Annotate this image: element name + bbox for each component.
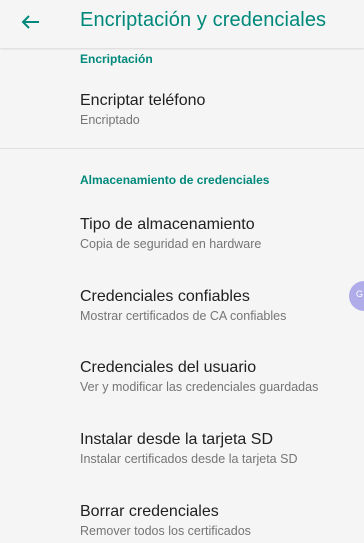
category-header-encryption: Encriptación: [80, 52, 153, 66]
pref-encrypt-phone[interactable]: Encriptar teléfono Encriptado: [0, 92, 364, 136]
pref-title: Instalar desde la tarjeta SD: [80, 431, 273, 448]
pref-title: Borrar credenciales: [80, 503, 219, 520]
page-title: Encriptación y credenciales: [80, 9, 327, 31]
pref-title: Tipo de almacenamiento: [80, 216, 255, 233]
pref-summary: Encriptado: [80, 113, 140, 127]
pref-summary: Ver y modificar las credenciales guardad…: [80, 380, 319, 394]
category-header-credential-storage: Almacenamiento de credenciales: [80, 173, 270, 187]
pref-title: Credenciales del usuario: [80, 359, 257, 376]
floating-bubble-label: G: [356, 289, 364, 299]
pref-clear-credentials[interactable]: Borrar credenciales Remover todos los ce…: [0, 503, 364, 543]
pref-storage-type[interactable]: Tipo de almacenamiento Copia de segurida…: [0, 216, 364, 260]
back-button[interactable]: [14, 8, 46, 36]
pref-title: Credenciales confiables: [80, 288, 250, 305]
app-bar: Encriptación y credenciales: [0, 0, 364, 48]
section-divider: [0, 148, 364, 149]
pref-summary: Instalar certificados desde la tarjeta S…: [80, 452, 298, 466]
pref-trusted-credentials[interactable]: Credenciales confiables Mostrar certific…: [0, 288, 364, 332]
pref-user-credentials[interactable]: Credenciales del usuario Ver y modificar…: [0, 359, 364, 403]
pref-install-from-sd[interactable]: Instalar desde la tarjeta SD Instalar ce…: [0, 431, 364, 475]
pref-summary: Copia de seguridad en hardware: [80, 237, 262, 251]
pref-summary: Mostrar certificados de CA confiables: [80, 309, 287, 323]
arrow-left-icon: [21, 15, 39, 29]
pref-summary: Remover todos los certificados: [80, 524, 251, 538]
pref-title: Encriptar teléfono: [80, 92, 206, 109]
